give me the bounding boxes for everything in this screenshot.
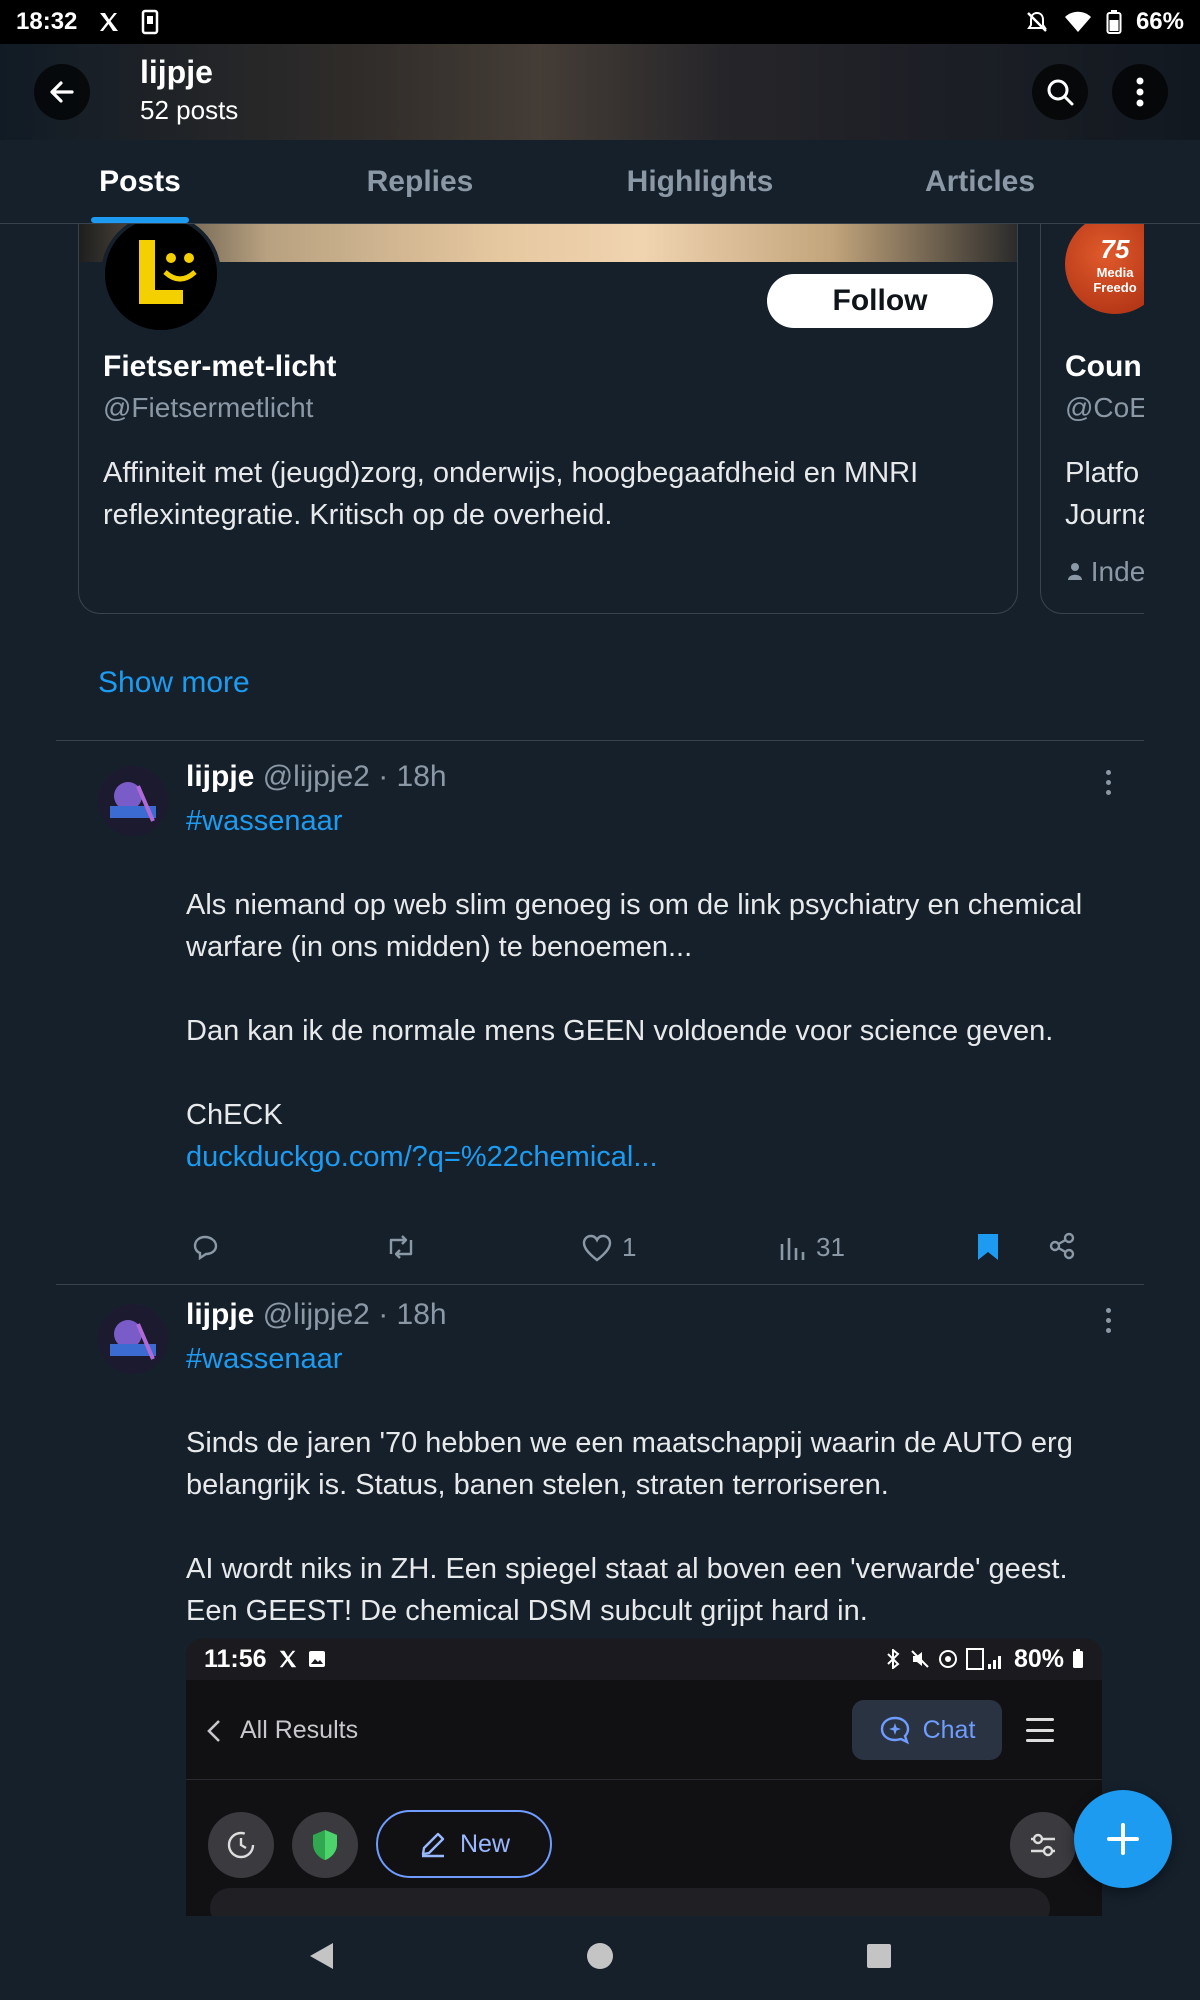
search-button[interactable] (1032, 64, 1088, 120)
filter-icon (1010, 1812, 1076, 1878)
media-back: All Results (206, 1716, 358, 1745)
hamburger-icon (1026, 1718, 1054, 1742)
post-avatar[interactable] (98, 766, 168, 836)
smiley-logo-icon (105, 224, 217, 330)
suggested-account-card[interactable]: Follow Fietser-met-licht @Fietsermetlich… (78, 224, 1018, 614)
x-logo-icon (97, 10, 121, 34)
status-time: 18:32 (16, 8, 78, 35)
hashtag-link[interactable]: #wassenaar (186, 1338, 1116, 1380)
retweet-icon (389, 1235, 413, 1259)
battery-icon (1106, 9, 1122, 35)
card2-bio: Platfo Journa (1065, 457, 1154, 531)
post-count: 52 posts (140, 95, 239, 125)
media-input (210, 1888, 1050, 1916)
views-count: 31 (816, 1232, 845, 1262)
post-more-button[interactable] (1096, 1300, 1120, 1340)
post-paragraph: ChECK (186, 1099, 283, 1131)
nav-home-button[interactable] (585, 1941, 615, 1976)
back-button[interactable] (34, 64, 90, 120)
plus-icon (1107, 1823, 1139, 1855)
shield-icon (292, 1812, 358, 1878)
tab-replies[interactable]: Replies (280, 140, 560, 223)
views-button[interactable]: 31 (778, 1232, 845, 1263)
share-button[interactable] (1048, 1232, 1076, 1260)
post-link[interactable]: duckduckgo.com/?q=%22chemical... (186, 1136, 1116, 1178)
post-more-button[interactable] (1096, 762, 1120, 802)
media-toolbar: All Results Chat (186, 1680, 1102, 1780)
post-actions: 1 31 (186, 1232, 1086, 1272)
media-chat: Chat (852, 1700, 1002, 1760)
media-new: New (376, 1810, 552, 1878)
divider (56, 740, 1144, 741)
device-icon (141, 9, 159, 35)
card2-handle: @CoE (1065, 392, 1148, 423)
person-icon (1068, 563, 1082, 580)
chat-icon (880, 1716, 909, 1745)
card-handle: @Fietsermetlicht (103, 392, 314, 423)
post-meta: @lijpje2 · 18h (262, 1298, 447, 1331)
card-name[interactable]: Fietser-met-licht (103, 350, 336, 384)
pencil-icon (421, 1832, 445, 1858)
profile-name: lijpje (140, 54, 213, 90)
battery-level: 66% (1135, 8, 1184, 35)
card2-name[interactable]: Coun (1065, 350, 1142, 384)
show-more-link[interactable]: Show more (98, 666, 250, 700)
post-paragraph: Als niemand op web slim genoeg is om de … (186, 889, 1083, 963)
post-text: #wassenaar Als niemand op web slim genoe… (186, 800, 1116, 1178)
tab-highlights[interactable]: Highlights (560, 140, 840, 223)
post-paragraph: AI wordt niks in ZH. Een spiegel staat a… (186, 1553, 1068, 1627)
post-paragraph: Sinds de jaren '70 hebben we een maatsch… (186, 1427, 1073, 1501)
card2-meta: Inde (1067, 556, 1145, 588)
views-icon (780, 1237, 805, 1260)
like-count: 1 (622, 1232, 637, 1262)
share-icon (1049, 1232, 1075, 1260)
more-options-button[interactable] (1112, 64, 1168, 120)
card-bio: Affiniteit met (jeugd)zorg, onderwijs, h… (103, 457, 919, 531)
bookmark-icon (978, 1234, 998, 1260)
repost-button[interactable] (384, 1232, 418, 1262)
post-avatar[interactable] (98, 1304, 168, 1374)
triangle-back-icon (310, 1942, 333, 1969)
more-vertical-icon (1136, 77, 1144, 107)
divider (56, 1284, 1144, 1285)
nav-recents-button[interactable] (865, 1942, 893, 1975)
card-banner (79, 224, 1017, 262)
wifi-icon (1064, 10, 1092, 34)
media-bottom-bar: New (186, 1780, 1102, 1916)
bookmark-button[interactable] (976, 1232, 1000, 1262)
reply-button[interactable] (190, 1232, 220, 1262)
post-text: #wassenaar Sinds de jaren '70 hebben we … (186, 1338, 1116, 1632)
profile-header: lijpje 52 posts (0, 44, 1200, 140)
profile-tabs: Posts Replies Highlights Articles (0, 140, 1200, 224)
home-circle-icon (587, 1942, 613, 1969)
tab-posts[interactable]: Posts (0, 140, 280, 223)
search-icon (1047, 79, 1074, 106)
nav-back-button[interactable] (307, 1941, 335, 1976)
mute-icon (1024, 9, 1050, 35)
heart-icon (582, 1234, 612, 1262)
timer-icon (208, 1812, 274, 1878)
follow-button[interactable]: Follow (767, 274, 993, 328)
system-status-bar: 18:32 66% (0, 0, 1200, 44)
media-status-bar: 11:56 80% (186, 1638, 1102, 1680)
reply-icon (193, 1235, 218, 1261)
compose-button[interactable] (1074, 1790, 1172, 1888)
post-author-name[interactable]: lijpje (186, 1298, 254, 1331)
chevron-left-icon (207, 1719, 220, 1742)
hashtag-link[interactable]: #wassenaar (186, 800, 1116, 842)
post-paragraph: Dan kan ik de normale mens GEEN voldoend… (186, 1015, 1054, 1047)
carousel-edge (1144, 224, 1200, 644)
post-author-name[interactable]: lijpje (186, 760, 254, 793)
tab-articles[interactable]: Articles (840, 140, 1120, 223)
back-arrow-icon (50, 81, 74, 103)
post-meta: @lijpje2 · 18h (262, 760, 447, 793)
like-button[interactable]: 1 (582, 1232, 636, 1263)
system-navigation-bar (0, 1916, 1200, 2000)
square-recents-icon (867, 1943, 891, 1968)
card-avatar[interactable] (101, 224, 221, 334)
post-media-image[interactable]: 11:56 80% All Results Chat New (186, 1638, 1102, 1916)
